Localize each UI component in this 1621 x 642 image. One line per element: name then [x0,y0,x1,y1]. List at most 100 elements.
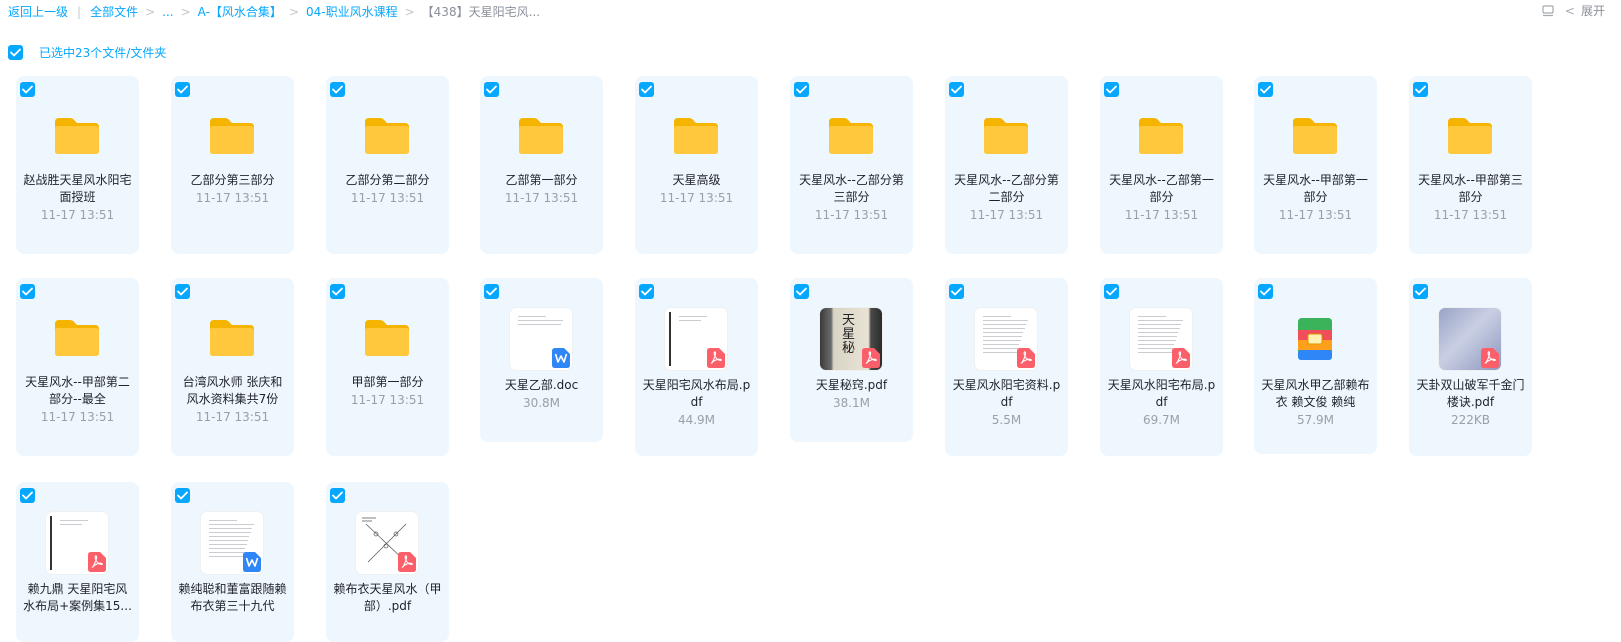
file-card[interactable]: 天星乙部.doc 30.8M [480,278,603,442]
file-card[interactable]: 乙部分第二部分 11-17 13:51 [326,76,449,254]
file-card[interactable]: 天星秘天星秘窍.pdf 38.1M [790,278,913,442]
list-view-icon[interactable] [1541,4,1555,18]
file-checkbox[interactable] [794,284,809,299]
file-checkbox[interactable] [20,284,35,299]
folder-icon [356,306,418,368]
file-card[interactable]: 天星风水--甲部第二部分--最全 11-17 13:51 [16,278,139,456]
file-card[interactable]: 乙部第一部分 11-17 13:51 [480,76,603,254]
chevron-left-icon: < [1564,3,1575,18]
file-checkbox[interactable] [1104,284,1119,299]
file-name: 赵战胜天星风水阳宅面授班 [23,173,132,204]
file-checkbox[interactable] [20,82,35,97]
file-card[interactable]: 赖布衣天星风水（甲部）.pdf [326,482,449,642]
pdf-icon [398,552,416,572]
modified-time: 11-17 13:51 [40,410,115,424]
file-card[interactable]: 天星风水甲乙部赖布衣 赖文俊 赖纯 57.9M [1254,278,1377,454]
folder-icon [665,104,727,166]
file-name: 乙部第一部分 [505,173,578,187]
file-checkbox[interactable] [1258,284,1273,299]
file-card[interactable]: 甲部第一部分 11-17 13:51 [326,278,449,456]
file-card[interactable]: 乙部分第三部分 11-17 13:51 [171,76,294,254]
file-thumbnail: 天星秘 [820,308,882,370]
pdf-icon [1172,348,1190,368]
file-card[interactable]: 天星风水--甲部第三部分 11-17 13:51 [1409,76,1532,254]
file-name: 天星风水--乙部分第二部分 [954,173,1059,204]
folder-icon [356,104,418,166]
file-checkbox[interactable] [949,82,964,97]
modified-time: 11-17 13:51 [969,208,1044,222]
archive-icon [1284,308,1346,370]
file-card[interactable]: 赵战胜天星风水阳宅面授班 11-17 13:51 [16,76,139,254]
folder-icon [46,104,108,166]
file-card[interactable]: 天星风水--甲部第一部分 11-17 13:51 [1254,76,1377,254]
file-checkbox[interactable] [175,284,190,299]
breadcrumb-level1[interactable]: A-【风水合集】 [198,3,282,20]
file-checkbox[interactable] [484,82,499,97]
file-name: 天星风水--甲部第三部分 [1418,173,1523,204]
file-name: 天星风水--甲部第二部分--最全 [25,375,130,406]
file-checkbox[interactable] [1413,284,1428,299]
file-name: 天星高级 [672,173,721,187]
breadcrumb-current: 【438】天星阳宅风... [421,5,541,19]
modified-time: 11-17 13:51 [1433,208,1508,222]
file-name: 天星风水阳宅布局.pdf [1107,378,1216,409]
folder-icon [1130,104,1192,166]
file-card[interactable]: 赖九鼎 天星阳宅风水布局+案例集15... [16,482,139,642]
file-card[interactable]: 天星风水--乙部分第三部分 11-17 13:51 [790,76,913,254]
file-name: 天卦双山破军千金门楼诀.pdf [1416,378,1525,409]
modified-time: 11-17 13:51 [814,208,889,222]
file-card[interactable]: 天星风水--乙部分第二部分 11-17 13:51 [945,76,1068,254]
file-name: 天星阳宅风水布局.pdf [642,378,751,409]
file-checkbox[interactable] [639,284,654,299]
pdf-icon [88,552,106,572]
file-name: 甲部第一部分 [351,375,424,389]
file-checkbox[interactable] [175,488,190,503]
file-thumbnail [46,512,108,574]
file-card[interactable]: 天星风水阳宅布局.pdf 69.7M [1100,278,1223,456]
file-card[interactable]: 天星高级 11-17 13:51 [635,76,758,254]
folder-icon [201,306,263,368]
file-checkbox[interactable] [330,82,345,97]
file-name: 天星风水--甲部第一部分 [1263,173,1368,204]
breadcrumb: 返回上一级 | 全部文件 > ... > A-【风水合集】 > 04-职业风水课… [8,3,540,20]
file-card[interactable]: 台湾风水师 张庆和风水资料集共7份 11-17 13:51 [171,278,294,456]
file-card[interactable]: 天卦双山破军千金门楼诀.pdf 222KB [1409,278,1532,456]
file-checkbox[interactable] [1413,82,1428,97]
modified-time: 11-17 13:51 [350,393,425,407]
pdf-icon [1017,348,1035,368]
file-card[interactable]: 天星阳宅风水布局.pdf 44.9M [635,278,758,456]
folder-icon [201,104,263,166]
modified-time: 11-17 13:51 [350,191,425,205]
file-checkbox[interactable] [330,488,345,503]
file-card[interactable]: 天星风水阳宅资料.pdf 5.5M [945,278,1068,456]
back-link[interactable]: 返回上一级 [8,3,68,20]
breadcrumb-level2[interactable]: 04-职业风水课程 [306,3,398,20]
file-checkbox[interactable] [949,284,964,299]
file-checkbox[interactable] [175,82,190,97]
view-controls: < 展开 [1541,2,1605,19]
file-checkbox[interactable] [1104,82,1119,97]
expand-button[interactable]: < 展开 [1565,2,1605,19]
pdf-icon [1481,348,1499,368]
file-thumbnail [1439,308,1501,370]
modified-time: 11-17 13:51 [195,410,270,424]
file-checkbox[interactable] [794,82,809,97]
file-checkbox[interactable] [484,284,499,299]
file-checkbox[interactable] [330,284,345,299]
file-card[interactable]: 赖纯聪和董富跟随赖布衣第三十九代 [171,482,294,642]
breadcrumb-ellipsis[interactable]: ... [162,5,173,19]
file-thumbnail [510,308,572,370]
file-size: 5.5M [991,413,1022,427]
modified-time: 11-17 13:51 [1278,208,1353,222]
selection-count: 已选中23个文件/文件夹 [39,46,167,60]
folder-icon [1439,104,1501,166]
file-checkbox[interactable] [1258,82,1273,97]
file-name: 天星风水阳宅资料.pdf [952,378,1061,409]
file-name: 赖布衣天星风水（甲部）.pdf [333,582,442,613]
file-checkbox[interactable] [639,82,654,97]
breadcrumb-all-files[interactable]: 全部文件 [90,3,138,20]
word-icon [552,348,570,368]
file-card[interactable]: 天星风水--乙部第一部分 11-17 13:51 [1100,76,1223,254]
file-checkbox[interactable] [20,488,35,503]
select-all-checkbox[interactable] [8,45,23,60]
